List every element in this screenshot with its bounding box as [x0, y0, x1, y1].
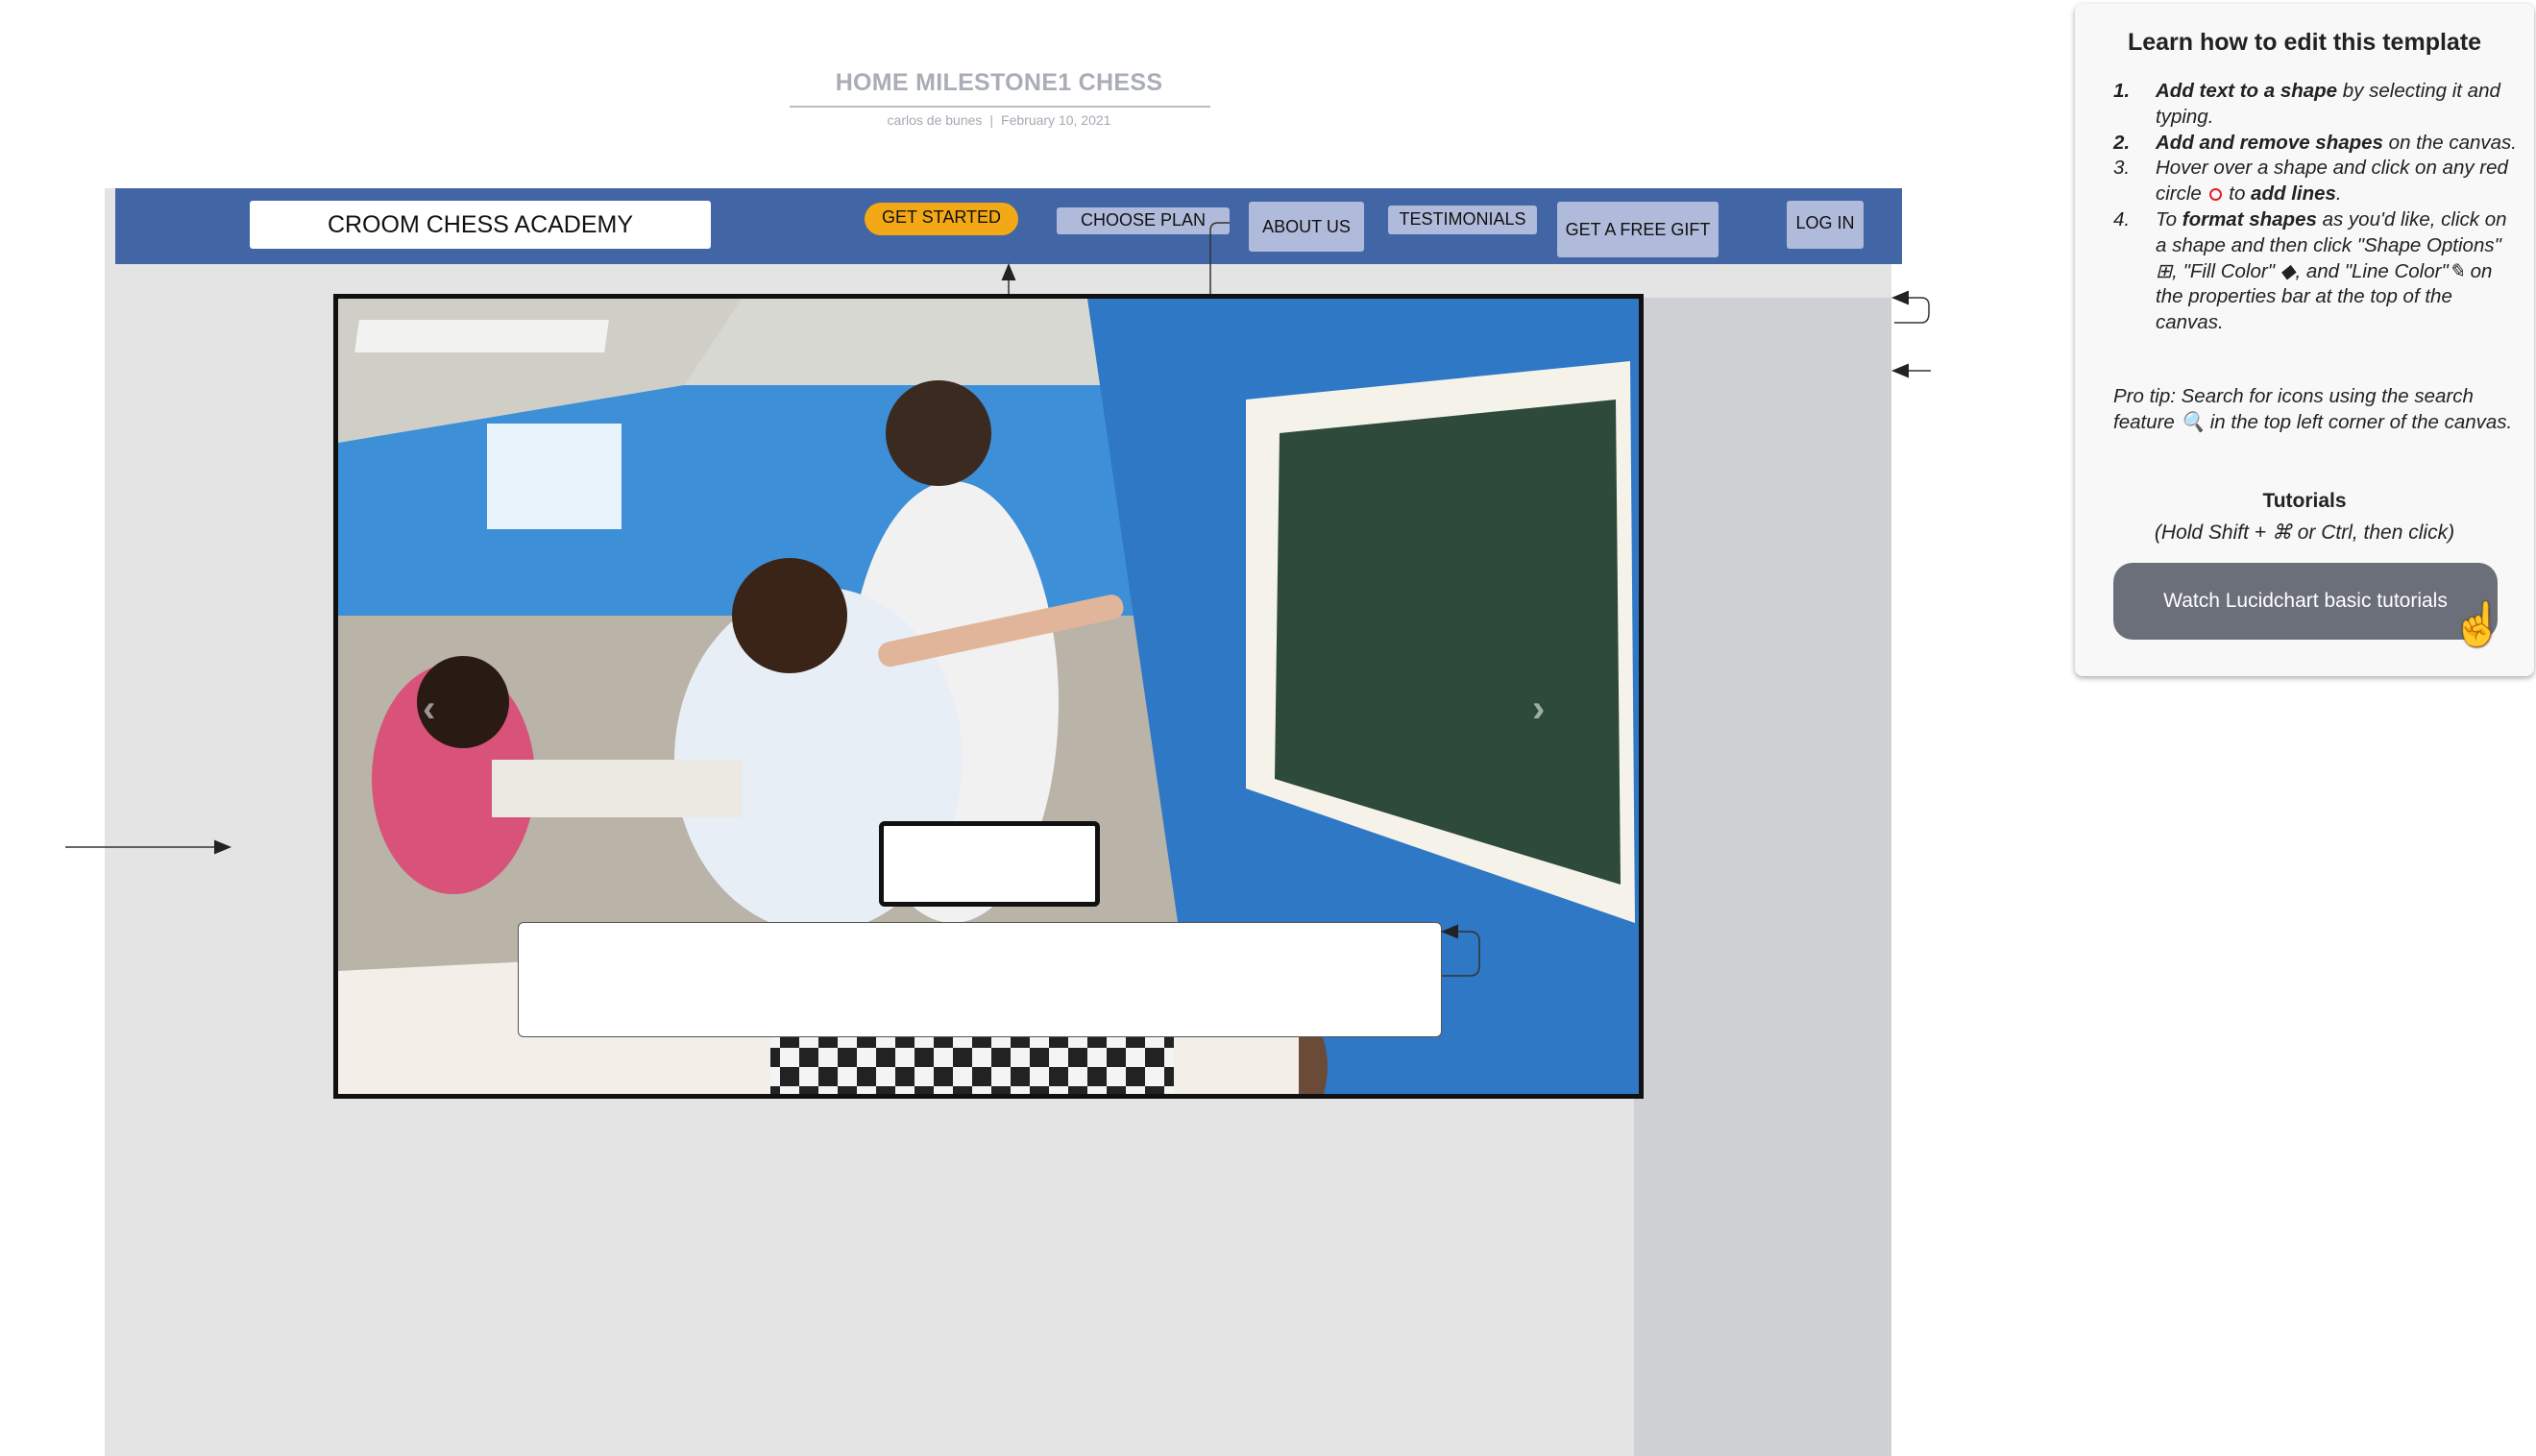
- help-step-4: 4. To format shapes as you'd like, click …: [2113, 207, 2507, 334]
- help-step-1: 1. Add text to a shape by selecting it an…: [2113, 80, 2500, 128]
- help-title: Learn how to edit this template: [2127, 29, 2482, 56]
- tutorials-heading: Tutorials: [2262, 490, 2347, 512]
- red-circle-icon: [2208, 188, 2222, 202]
- tutorials-hint: (Hold Shift + ⌘ or Ctrl, then click): [2154, 522, 2455, 544]
- help-step-3: 3. Hover over a shape and click on any re…: [2113, 157, 2508, 206]
- hand-cursor-icon: ☝: [2451, 601, 2504, 648]
- watch-tutorials-button[interactable]: Watch Lucidchart basic tutorials: [2113, 563, 2498, 640]
- help-panel: Learn how to edit this template 1. Add te…: [2075, 4, 2534, 676]
- help-steps-list: 1. Add text to a shape by selecting it an…: [2113, 79, 2517, 336]
- help-step-2: 2. Add and remove shapes on the canvas.: [2113, 131, 2518, 154]
- pro-tip-text: Pro tip: Search for icons using the sear…: [2113, 385, 2513, 433]
